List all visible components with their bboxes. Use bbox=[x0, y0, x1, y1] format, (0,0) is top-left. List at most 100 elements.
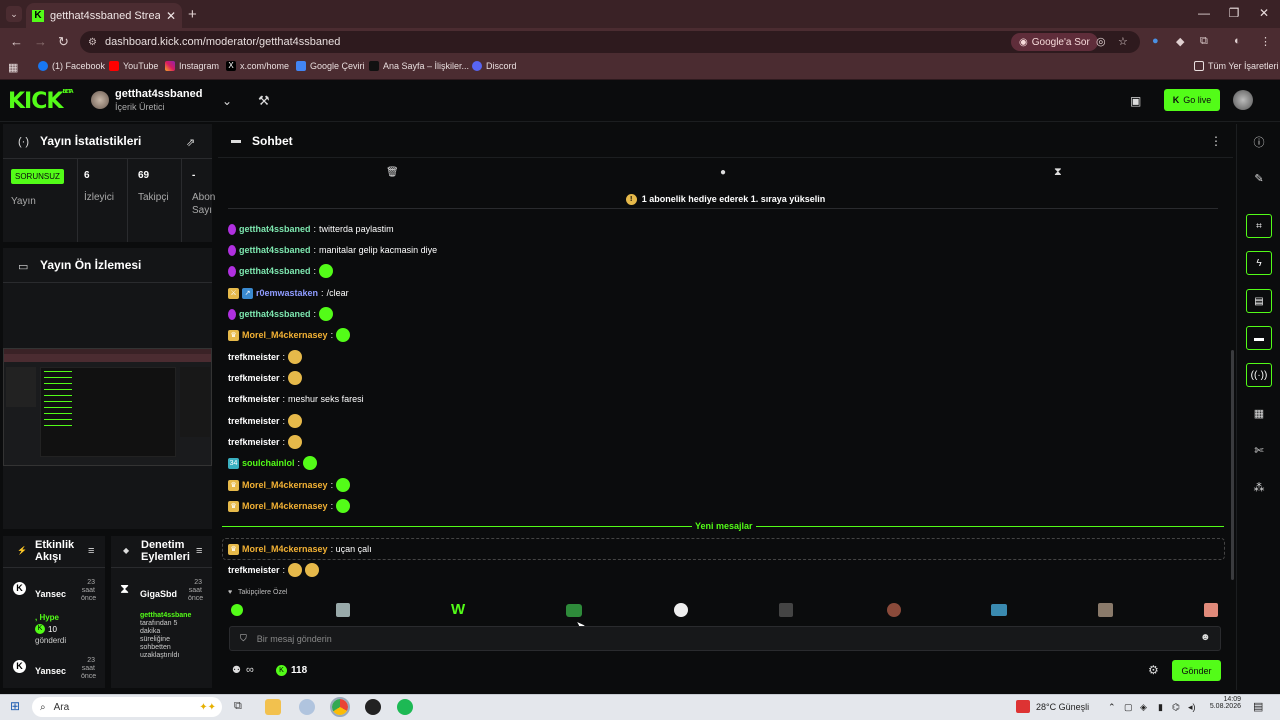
chat-message[interactable]: getthat4ssbaned: twitterda paylastim bbox=[228, 220, 394, 238]
chat-scrollbar[interactable] bbox=[1231, 350, 1234, 580]
tab-search-icon[interactable]: ⌄ bbox=[6, 6, 22, 22]
all-bookmarks[interactable]: Tüm Yer İşaretleri bbox=[1194, 61, 1279, 71]
chat-message[interactable]: getthat4ssbaned: bbox=[228, 305, 334, 323]
pencil-icon[interactable]: ✎ bbox=[1252, 172, 1266, 185]
gift-sub-promo[interactable]: ! 1 abonelik hediye ederek 1. sıraya yük… bbox=[218, 190, 1233, 208]
stream-preview-video[interactable] bbox=[3, 348, 212, 466]
chat-username[interactable]: getthat4ssbaned bbox=[239, 245, 311, 255]
volume-icon[interactable]: ◂) bbox=[1188, 702, 1196, 713]
activity-user[interactable]: Yansec bbox=[35, 666, 66, 676]
emote-w-icon[interactable]: W bbox=[451, 601, 465, 618]
network-icon[interactable]: ⁂ bbox=[1252, 481, 1266, 494]
bookmark-star-icon[interactable]: ☆ bbox=[1118, 35, 1128, 48]
weather-text[interactable]: 28°C Güneşli bbox=[1036, 702, 1089, 712]
emote-icon[interactable] bbox=[1098, 603, 1113, 617]
chat-message[interactable]: trefkmeister: meshur seks faresi bbox=[228, 390, 364, 408]
bookmark-youtube[interactable]: YouTube bbox=[109, 61, 158, 71]
chat-message[interactable]: ♛ Morel_M4ckernasey: bbox=[228, 326, 351, 344]
emote-kick-icon[interactable] bbox=[231, 604, 243, 616]
user-avatar[interactable] bbox=[1233, 90, 1253, 110]
windows-start-icon[interactable]: ⊞ bbox=[10, 699, 20, 713]
chat-input[interactable]: ⛉ Bir mesaj gönderin bbox=[229, 626, 1221, 651]
chat-username[interactable]: trefkmeister bbox=[228, 565, 280, 575]
chat-message[interactable]: ♛ Morel_M4ckernasey: uçan çalı bbox=[228, 540, 372, 558]
chat-message[interactable]: trefkmeister: bbox=[228, 412, 303, 430]
kick-logo[interactable]: KICKBETA bbox=[8, 89, 74, 114]
broadcast-icon[interactable]: ((·)) bbox=[1246, 363, 1272, 387]
chat-username[interactable]: trefkmeister bbox=[228, 352, 280, 362]
back-icon[interactable]: ← bbox=[10, 34, 23, 49]
network-icon[interactable]: ⌬ bbox=[1172, 702, 1180, 713]
restore-icon[interactable]: ❐ bbox=[1224, 6, 1244, 20]
reload-icon[interactable]: ↻ bbox=[58, 34, 69, 50]
notifications-icon[interactable]: ▤ bbox=[1253, 700, 1263, 713]
chat-username[interactable]: getthat4ssbaned bbox=[239, 266, 311, 276]
trash-icon[interactable]: 🗑 bbox=[386, 167, 399, 178]
chat-message[interactable]: ⚔ ↗ r0emwastaken:/clear bbox=[228, 284, 349, 302]
bookmark-x[interactable]: Xx.com/home bbox=[226, 61, 289, 71]
chat-mode-icon[interactable]: ● bbox=[720, 167, 726, 178]
emote-icon[interactable] bbox=[566, 604, 582, 617]
chat-message[interactable]: ♛ Morel_M4ckernasey: bbox=[228, 497, 351, 515]
close-tab-icon[interactable]: ✕ bbox=[166, 9, 176, 23]
eye-off-icon[interactable]: ◎ bbox=[1096, 35, 1106, 48]
chat-username[interactable]: trefkmeister bbox=[228, 394, 280, 404]
chat-username[interactable]: Morel_M4ckernasey bbox=[242, 501, 328, 511]
server-icon[interactable]: ▦ bbox=[1252, 407, 1266, 420]
more-options-icon[interactable]: ⋮ bbox=[1210, 134, 1222, 148]
chat-message[interactable]: trefkmeister: bbox=[228, 369, 303, 387]
moderation-target[interactable]: getthat4ssbane bbox=[140, 612, 210, 620]
bookmark-google-translate[interactable]: Google Çeviri bbox=[296, 61, 365, 71]
spotify-icon[interactable] bbox=[397, 699, 413, 715]
app-icon[interactable] bbox=[365, 699, 381, 715]
chat-message[interactable]: 34 soulchainlol: bbox=[228, 454, 318, 472]
google-ask-button[interactable]: ◉ Google'a Sor bbox=[1011, 33, 1098, 51]
bookmark-instagram[interactable]: Instagram bbox=[165, 61, 219, 71]
extension-icon[interactable]: ◆ bbox=[1176, 35, 1184, 48]
tray-icon[interactable]: ▮ bbox=[1158, 702, 1163, 713]
emote-icon[interactable] bbox=[887, 603, 901, 617]
bookmark-facebook[interactable]: (1) Facebook bbox=[38, 61, 105, 71]
chat-icon[interactable]: ▬ bbox=[1246, 326, 1272, 350]
chat-message[interactable]: trefkmeister: bbox=[228, 561, 320, 579]
taskbar-search[interactable]: ⌕ Ara ✦✦ bbox=[32, 697, 222, 717]
users-icon[interactable]: ⚉ bbox=[232, 665, 241, 676]
new-tab-button[interactable]: + bbox=[188, 6, 197, 23]
app-icon[interactable] bbox=[299, 699, 315, 715]
chat-message[interactable]: ♛ Morel_M4ckernasey: bbox=[228, 476, 351, 494]
chat-username[interactable]: r0emwastaken bbox=[256, 288, 318, 298]
address-bar[interactable]: ⚙ dashboard.kick.com/moderator/getthat4s… bbox=[80, 31, 1140, 53]
chevron-down-icon[interactable]: ⌄ bbox=[222, 94, 232, 108]
lightning-icon[interactable]: ϟ bbox=[1246, 251, 1272, 275]
emote-icon[interactable] bbox=[336, 603, 350, 617]
stream-manager-icon[interactable]: ▣ bbox=[1130, 94, 1141, 108]
chrome-icon[interactable] bbox=[330, 697, 350, 717]
go-live-button[interactable]: K Go live bbox=[1164, 89, 1220, 111]
site-info-icon[interactable]: ⚙ bbox=[88, 37, 97, 48]
chat-message[interactable]: trefkmeister: bbox=[228, 433, 303, 451]
chat-username[interactable]: getthat4ssbaned bbox=[239, 224, 311, 234]
emoji-icon[interactable]: ☻ bbox=[1200, 632, 1211, 643]
file-explorer-icon[interactable] bbox=[265, 699, 281, 715]
settings-gear-icon[interactable]: ⚙ bbox=[1148, 663, 1159, 677]
chat-message[interactable]: getthat4ssbaned: manitalar gelip kacmasin… bbox=[228, 241, 437, 259]
bookmark-ana-sayfa[interactable]: Ana Sayfa – İlişkiler... bbox=[369, 61, 469, 71]
task-view-icon[interactable]: ⧉ bbox=[234, 700, 242, 713]
profile-icon[interactable]: ◐ bbox=[1234, 35, 1241, 47]
tray-icon[interactable]: ◈ bbox=[1140, 702, 1147, 713]
extension-shield-icon[interactable]: ● bbox=[1152, 35, 1159, 47]
chat-username[interactable]: getthat4ssbaned bbox=[239, 309, 311, 319]
points-count[interactable]: 118 bbox=[291, 665, 307, 676]
document-icon[interactable]: ▤ bbox=[1246, 289, 1272, 313]
browser-menu-icon[interactable]: ⋮ bbox=[1260, 35, 1271, 48]
forward-icon[interactable]: → bbox=[34, 34, 47, 49]
emote-icon[interactable] bbox=[991, 604, 1007, 616]
emote-icon[interactable] bbox=[779, 603, 793, 617]
activity-user[interactable]: Yansec bbox=[35, 589, 66, 599]
extensions-puzzle-icon[interactable]: ⧉ bbox=[1200, 35, 1208, 48]
chat-username[interactable]: Morel_M4ckernasey bbox=[242, 544, 328, 554]
bookmark-discord[interactable]: Discord bbox=[472, 61, 517, 71]
browser-tab[interactable]: K getthat4ssbaned Stream - Kick ✕ bbox=[26, 3, 182, 28]
new-messages-label[interactable]: Yeni mesajlar bbox=[692, 521, 756, 531]
filter-icon[interactable]: ≡ bbox=[196, 545, 202, 557]
